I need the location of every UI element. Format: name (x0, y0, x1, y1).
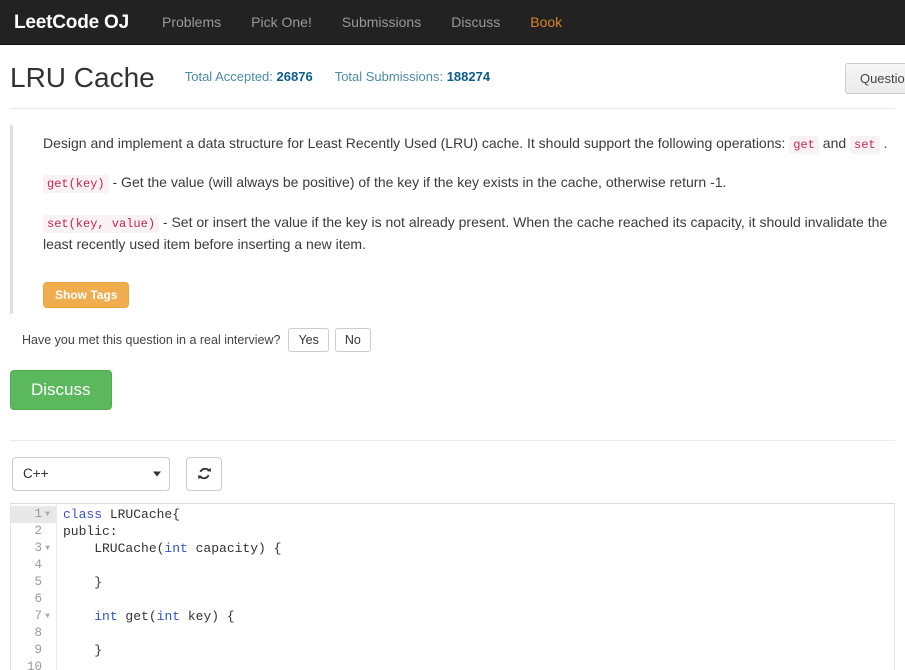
editor-code-area[interactable]: class LRUCache{public: LRUCache(int capa… (57, 504, 894, 670)
language-select-value: C++ (23, 466, 49, 482)
code-token: int (164, 540, 188, 556)
line-number: 5 (34, 574, 42, 589)
desc-p1-after: . (879, 134, 888, 151)
line-number: 9 (34, 642, 42, 657)
code-token: key) { (180, 608, 235, 624)
total-accepted-stat: Total Accepted: 26876 (185, 69, 313, 84)
inline-code-set: set (850, 135, 880, 154)
code-line: LRUCache(int capacity) { (63, 540, 894, 557)
gutter-line: 8 (11, 625, 56, 642)
code-token: class (63, 506, 103, 522)
desc-p1-before: Design and implement a data structure fo… (43, 134, 790, 151)
fold-arrow-icon[interactable]: ▼ (42, 540, 53, 557)
gutter-line: 5 (11, 574, 56, 591)
problem-stats: Total Accepted: 26876 Total Submissions:… (185, 69, 512, 87)
total-submissions-label: Total Submissions: (334, 69, 444, 85)
inline-code-set-key-value: set(key, value) (43, 215, 160, 234)
editor-gutter: 1▼23▼4567▼891011▼ (11, 503, 57, 670)
discuss-button[interactable]: Discuss (10, 369, 112, 410)
code-token: int (156, 608, 181, 624)
code-token: get( (117, 608, 157, 624)
line-number: 1 (34, 506, 42, 521)
inline-code-get-key: get(key) (43, 175, 109, 194)
code-line: public: (63, 523, 894, 540)
chevron-down-icon (153, 471, 161, 477)
nav-link-pick-one[interactable]: Pick One! (236, 0, 327, 45)
gutter-line: 2 (11, 523, 56, 540)
line-number: 4 (34, 557, 42, 572)
reset-code-button[interactable] (186, 456, 222, 491)
code-token: capacity) { (187, 540, 282, 556)
interview-question-row: Have you met this question in a real int… (0, 314, 905, 352)
fold-arrow-icon[interactable]: ▼ (42, 506, 53, 523)
interview-question-label: Have you met this question in a real int… (22, 332, 281, 347)
gutter-line: 3 ▼ (11, 540, 56, 557)
line-number: 3 (34, 540, 42, 555)
total-accepted-value: 26876 (276, 69, 313, 85)
code-line: } (63, 642, 894, 659)
nav-link-book[interactable]: Book (515, 0, 577, 45)
code-line: } (63, 574, 894, 591)
discuss-section: Discuss (0, 352, 905, 410)
fold-arrow-icon[interactable]: ▼ (42, 608, 53, 625)
line-number: 6 (34, 591, 42, 606)
desc-p1-middle: and (818, 134, 851, 151)
description-panel: Design and implement a data structure fo… (10, 124, 895, 314)
gutter-line: 7 ▼ (11, 608, 56, 625)
description-section: Design and implement a data structure fo… (0, 109, 905, 314)
gutter-line: 10 (11, 659, 56, 670)
line-number: 7 (34, 608, 42, 623)
description-paragraph-1: Design and implement a data structure fo… (43, 125, 895, 165)
code-token: LRUCache( (63, 540, 165, 556)
interview-yes-button[interactable]: Yes (288, 327, 329, 352)
code-token: } (63, 642, 103, 658)
navbar-links: Problems Pick One! Submissions Discuss B… (147, 0, 577, 45)
total-submissions-stat: Total Submissions: 188274 (335, 69, 490, 84)
description-paragraph-2: get(key) - Get the value (will always be… (43, 164, 895, 204)
desc-p2-text: - Get the value (will always be positive… (108, 174, 727, 191)
gutter-line: 4 (11, 557, 56, 574)
desc-p3-text: - Set or insert the value if the key is … (43, 214, 888, 252)
page-title: LRU Cache (10, 62, 155, 93)
top-navbar: LeetCode OJ Problems Pick One! Submissio… (0, 0, 905, 45)
editor-toolbar: C++ (0, 441, 905, 503)
gutter-line: 9 (11, 642, 56, 659)
code-editor[interactable]: 1▼23▼4567▼891011▼ class LRUCache{public:… (10, 502, 895, 670)
gutter-line: 1 ▼ (11, 505, 56, 523)
line-number: 8 (34, 625, 42, 640)
code-token: } (63, 574, 103, 590)
total-submissions-value: 188274 (446, 69, 491, 85)
gutter-line: 6 (11, 591, 56, 608)
problem-header: LRU Cache Total Accepted: 26876 Total Su… (0, 45, 905, 108)
language-select[interactable]: C++ (12, 456, 170, 491)
nav-link-submissions[interactable]: Submissions (327, 0, 436, 45)
code-token: public: (63, 523, 118, 539)
nav-link-discuss[interactable]: Discuss (436, 0, 515, 45)
refresh-icon (197, 468, 211, 480)
question-button[interactable]: Question (844, 63, 905, 94)
code-token: LRUCache{ (102, 506, 181, 522)
code-token: int (94, 608, 118, 624)
code-line: int get(int key) { (63, 608, 894, 625)
code-line: class LRUCache{ (63, 506, 894, 523)
inline-code-get: get (789, 135, 819, 154)
nav-link-problems[interactable]: Problems (147, 0, 236, 45)
description-paragraph-3: set(key, value) - Set or insert the valu… (43, 204, 895, 265)
line-number: 2 (34, 523, 42, 538)
desc-p4-text: inserting a new item. (237, 235, 366, 252)
total-accepted-label: Total Accepted: (184, 69, 273, 85)
site-brand-logo[interactable]: LeetCode OJ (10, 0, 147, 45)
interview-no-button[interactable]: No (334, 327, 371, 352)
line-number: 10 (26, 659, 42, 670)
show-tags-button[interactable]: Show Tags (43, 281, 130, 308)
